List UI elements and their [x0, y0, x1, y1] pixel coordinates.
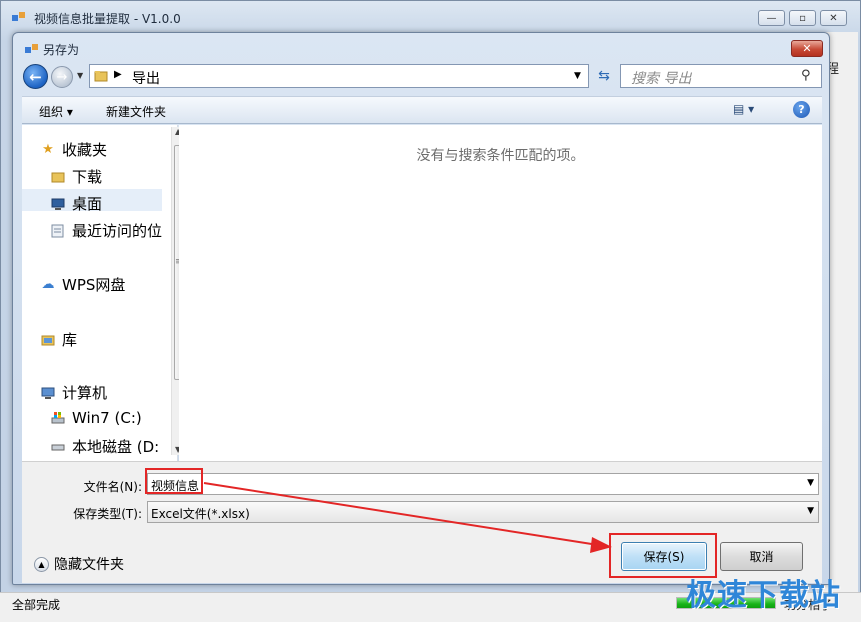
- annotation-arrow: [203, 482, 612, 553]
- watermark: 极速下载站: [686, 578, 841, 613]
